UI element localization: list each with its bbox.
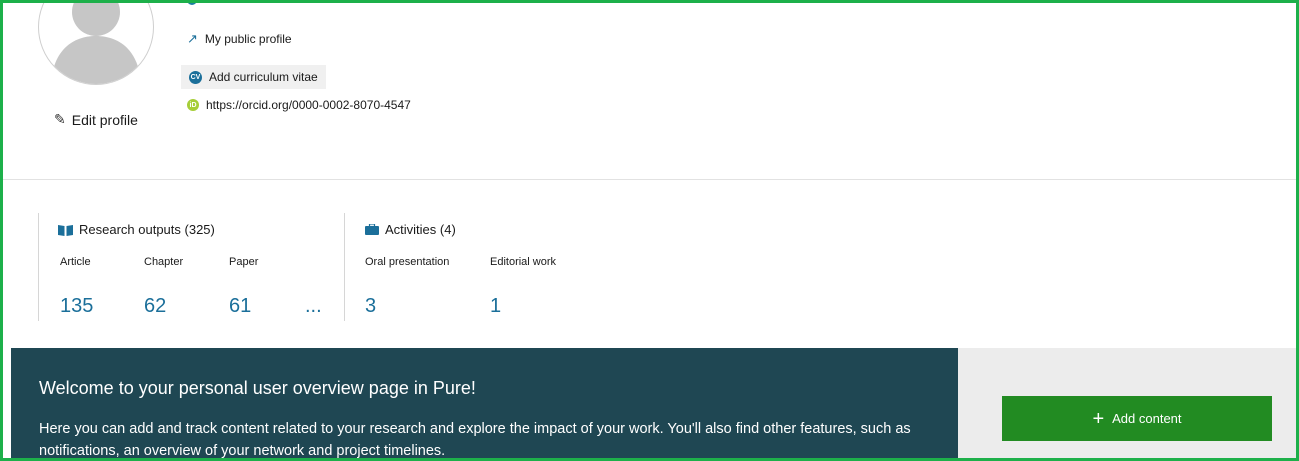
chapter-count[interactable]: 62 — [144, 295, 166, 318]
profile-header: ✎ Edit profile ↗ My public profile CV Ad… — [3, 3, 1296, 179]
paper-count[interactable]: 61 — [229, 295, 251, 318]
orcid-url: https://orcid.org/0000-0002-8070-4547 — [206, 98, 411, 112]
article-count[interactable]: 135 — [60, 295, 93, 318]
oral-presentation-count[interactable]: 3 — [365, 295, 376, 318]
editorial-work-count[interactable]: 1 — [490, 295, 501, 318]
briefcase-icon — [365, 224, 379, 235]
plus-icon: + — [1092, 407, 1105, 430]
public-profile-link[interactable]: ↗ My public profile — [187, 31, 292, 47]
pencil-icon: ✎ — [54, 111, 66, 127]
avatar — [38, 3, 154, 85]
add-cv-label: Add curriculum vitae — [209, 70, 318, 84]
add-content-panel: + Add content — [958, 348, 1296, 458]
activities-label: Activities (4) — [385, 222, 456, 237]
article-label: Article — [60, 256, 91, 268]
orcid-icon: iD — [187, 99, 199, 111]
page-frame: ✎ Edit profile ↗ My public profile CV Ad… — [0, 0, 1299, 461]
research-outputs-heading[interactable]: Research outputs (325) — [58, 222, 215, 237]
orcid-link[interactable]: iD https://orcid.org/0000-0002-8070-4547 — [187, 98, 411, 112]
stats-section: Research outputs (325) Article Chapter P… — [3, 180, 1296, 348]
activities-heading[interactable]: Activities (4) — [365, 222, 456, 237]
cv-icon: CV — [189, 70, 202, 84]
add-content-label: Add content — [1112, 411, 1182, 426]
welcome-banner: Welcome to your personal user overview p… — [11, 348, 958, 459]
welcome-title: Welcome to your personal user overview p… — [39, 378, 476, 398]
chapter-label: Chapter — [144, 256, 184, 268]
external-link-icon: ↗ — [187, 31, 198, 46]
edit-profile-link[interactable]: ✎ Edit profile — [54, 111, 138, 128]
paper-label: Paper — [229, 256, 259, 268]
editorial-work-label: Editorial work — [490, 256, 557, 268]
welcome-text: Here you can add and track content relat… — [39, 421, 911, 459]
public-profile-label: My public profile — [204, 32, 292, 46]
stats-divider-left — [38, 213, 39, 321]
stats-divider-middle — [344, 213, 345, 321]
book-icon — [58, 224, 73, 236]
oral-presentation-label: Oral presentation — [365, 256, 450, 268]
add-cv-button[interactable]: CV Add curriculum vitae — [181, 65, 326, 89]
user-silhouette-icon — [51, 3, 141, 84]
cut-off-link — [187, 3, 203, 8]
research-outputs-label: Research outputs (325) — [79, 222, 215, 237]
more-outputs-ellipsis[interactable]: ... — [305, 295, 322, 318]
add-content-button[interactable]: + Add content — [1002, 396, 1272, 441]
email-icon — [187, 3, 197, 5]
edit-profile-label: Edit profile — [71, 111, 138, 128]
